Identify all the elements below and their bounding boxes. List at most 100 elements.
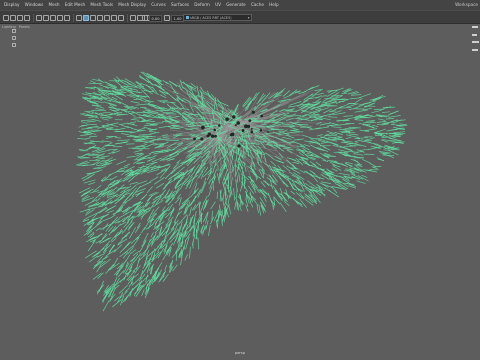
curve-strand	[156, 216, 164, 229]
curve-strand	[328, 116, 338, 118]
curve-strand	[201, 173, 204, 179]
curve-strand	[101, 140, 113, 143]
curve-strand	[377, 118, 386, 121]
camera-attributes-icon[interactable]	[10, 15, 16, 21]
menu-generate[interactable]: Generate	[224, 0, 249, 10]
curve-strand	[149, 131, 160, 135]
menu-surfaces[interactable]: Surfaces	[168, 0, 191, 10]
curve-strand	[167, 197, 175, 206]
curve-strand	[136, 180, 148, 185]
toolbar-divider	[127, 14, 128, 22]
curve-strand	[370, 145, 378, 148]
curve-strand	[218, 172, 221, 182]
curve-strand	[310, 173, 319, 182]
workspace-selector[interactable]: Workspace	[455, 0, 478, 10]
curve-strand	[121, 235, 128, 240]
main-menubar: Display Windows Mesh Edit Mesh Mesh Tool…	[0, 0, 480, 10]
shadows-icon[interactable]	[104, 15, 110, 21]
curve-strand	[114, 136, 121, 139]
curve-strand	[165, 81, 172, 86]
menu-deform[interactable]: Deform	[192, 0, 213, 10]
gamma-icon[interactable]	[164, 15, 171, 21]
curve-strand	[81, 173, 92, 180]
curve-strand	[359, 148, 370, 151]
curve-strand	[132, 250, 140, 256]
curve-strand	[112, 87, 119, 91]
curve-strand	[222, 192, 225, 201]
menu-mesh[interactable]: Mesh	[46, 0, 62, 10]
isolate-select-icon[interactable]	[130, 15, 136, 21]
curve-strand	[354, 109, 368, 113]
root-node	[225, 117, 229, 121]
toolbar-divider	[73, 14, 74, 22]
smooth-shade-icon[interactable]	[83, 15, 89, 21]
curve-strand	[293, 139, 300, 141]
curve-strand	[362, 159, 372, 164]
viewport-3d-scene[interactable]	[0, 30, 480, 360]
film-gate-icon[interactable]	[43, 15, 49, 21]
curve-strand	[162, 136, 169, 138]
curve-strand	[241, 167, 243, 180]
curve-strand	[237, 202, 240, 211]
menu-mesh-display[interactable]: Mesh Display	[116, 0, 149, 10]
menu-mesh-tools[interactable]: Mesh Tools	[88, 0, 116, 10]
curve-strand	[109, 122, 119, 125]
gate-mask-icon[interactable]	[57, 15, 63, 21]
curve-strand	[102, 300, 110, 312]
curve-strand	[128, 222, 134, 229]
curve-strand	[306, 152, 314, 156]
curve-strand	[184, 254, 188, 261]
curve-strand	[310, 144, 321, 151]
curve-strand	[118, 101, 129, 107]
grid-icon[interactable]	[36, 15, 42, 21]
select-camera-icon[interactable]	[3, 15, 9, 21]
menu-display[interactable]: Display	[0, 0, 22, 10]
menu-windows[interactable]: Windows	[22, 0, 46, 10]
curve-strand	[254, 200, 259, 206]
image-plane-icon[interactable]	[24, 15, 30, 21]
curve-strand	[279, 187, 283, 194]
curve-strand	[169, 127, 179, 130]
curve-strand	[354, 119, 364, 121]
curve-strand	[289, 131, 304, 133]
menu-edit-mesh[interactable]: Edit Mesh	[62, 0, 88, 10]
bookmark-icon[interactable]	[17, 15, 23, 21]
curve-strand	[363, 107, 372, 111]
curve-strand	[361, 174, 368, 178]
curve-strand	[323, 146, 331, 151]
ambient-occlusion-icon[interactable]	[111, 15, 117, 21]
curve-strand	[358, 102, 371, 106]
curve-strand	[270, 161, 277, 167]
curve-strand	[188, 214, 195, 225]
curve-strand	[258, 204, 262, 216]
curve-strand	[286, 165, 294, 170]
menu-help[interactable]: Help	[267, 0, 282, 10]
curve-strand	[105, 136, 114, 139]
curve-strand	[291, 174, 302, 180]
curve-strand	[309, 170, 316, 175]
menu-curves[interactable]: Curves	[149, 0, 169, 10]
exposure-icon[interactable]	[142, 15, 148, 21]
textured-icon[interactable]	[90, 15, 96, 21]
curve-strand	[133, 98, 143, 100]
curve-strand	[111, 237, 117, 243]
curve-strand	[328, 136, 337, 138]
curve-strand	[382, 106, 396, 108]
wireframe-icon[interactable]	[76, 15, 82, 21]
lights-icon[interactable]	[97, 15, 103, 21]
curve-strand	[148, 155, 157, 159]
exposure-field[interactable]: 0.00	[149, 14, 163, 22]
view-transform-dropdown[interactable]: sRGB / ACES RRT (ACES) ▾	[183, 14, 252, 21]
curve-strand	[85, 250, 97, 259]
antialiasing-icon[interactable]	[118, 15, 124, 21]
curve-strand	[94, 93, 102, 95]
curve-strand	[162, 248, 170, 261]
menu-uv[interactable]: UV	[212, 0, 223, 10]
curve-strand	[126, 156, 136, 158]
field-chart-icon[interactable]	[64, 15, 70, 21]
curve-strand	[119, 213, 127, 219]
menu-cache[interactable]: Cache	[248, 0, 266, 10]
resolution-gate-icon[interactable]	[50, 15, 56, 21]
root-node	[206, 134, 210, 138]
curve-strand	[103, 162, 113, 166]
